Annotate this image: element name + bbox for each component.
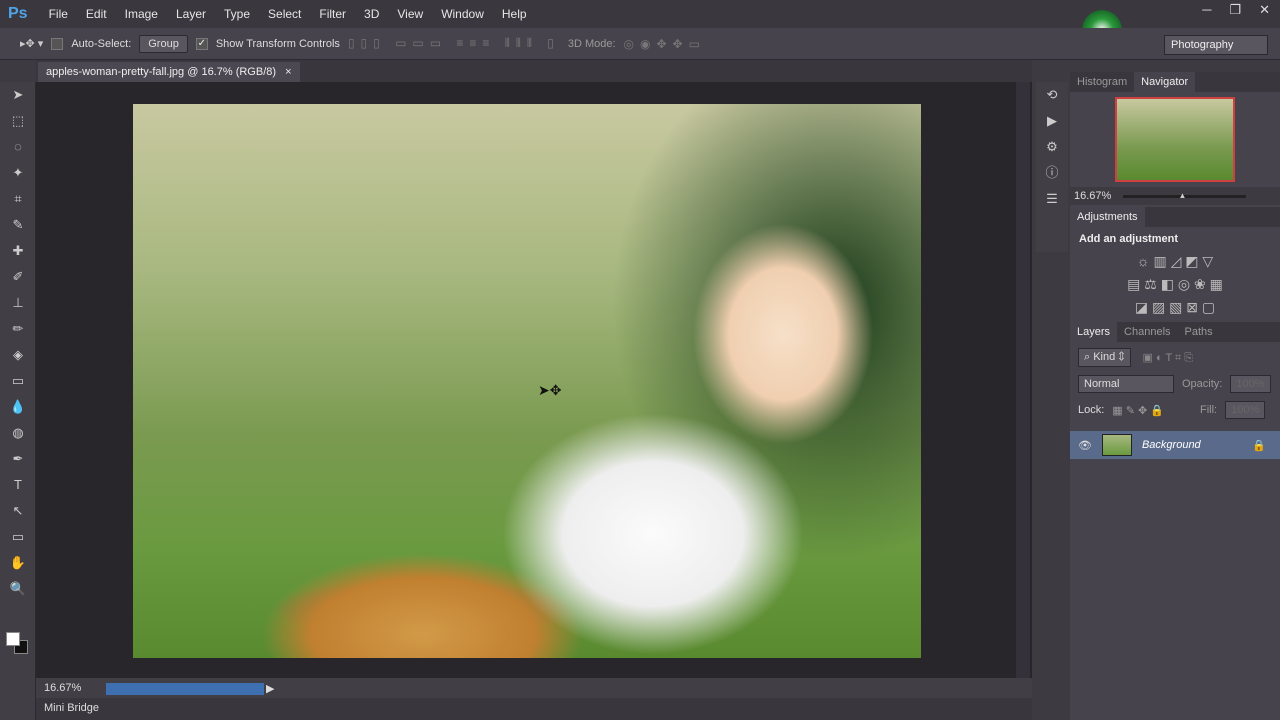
adjustments-title: Add an adjustment	[1079, 233, 1179, 245]
move-tool-icon[interactable]: ▸✥ ▾	[20, 37, 43, 50]
zoom-slider[interactable]: ▲	[1123, 191, 1246, 200]
mini-bridge-panel[interactable]: Mini Bridge	[36, 698, 1032, 720]
lasso-tool[interactable]: ◌	[0, 134, 36, 160]
tab-channels[interactable]: Channels	[1117, 322, 1177, 342]
info-icon[interactable]: ⓘ	[1036, 160, 1068, 186]
menu-3d[interactable]: 3D	[355, 7, 388, 21]
move-tool[interactable]: ➤	[0, 82, 36, 108]
path-selection-tool[interactable]: ↖	[0, 498, 36, 524]
filter-icons[interactable]: ▣ ◐ T ⌗ ⎘	[1143, 351, 1194, 365]
right-panels: Histogram Navigator 16.67% ▲ Adjustments…	[1070, 72, 1280, 720]
tools-panel: ➤ ⬚ ◌ ✦ ⌗ ✎ ✚ ✐ ⊥ ✏ ◈ ▭ 💧 ◍ ✒ T ↖ ▭ ✋ 🔍	[0, 82, 36, 720]
document-title: apples-woman-pretty-fall.jpg @ 16.7% (RG…	[46, 66, 277, 78]
show-transform-label: Show Transform Controls	[215, 37, 340, 50]
kind-label: Kind	[1093, 351, 1116, 363]
options-bar: ▸✥ ▾ Auto-Select: Group ✓ Show Transform…	[0, 28, 1280, 60]
menu-layer[interactable]: Layer	[167, 7, 215, 21]
close-tab-icon[interactable]: ×	[285, 66, 291, 78]
photoshop-logo: Ps	[8, 5, 28, 22]
close-button[interactable]: ✕	[1259, 2, 1270, 18]
opacity-input[interactable]: 100%	[1230, 375, 1271, 393]
blur-tool[interactable]: 💧	[0, 394, 36, 420]
mini-bridge-label: Mini Bridge	[44, 702, 100, 714]
workspace-select[interactable]: Photography	[1164, 35, 1268, 55]
opacity-label: Opacity:	[1182, 378, 1223, 390]
fill-input[interactable]: 100%	[1225, 401, 1266, 419]
kind-filter-select[interactable]: ⌕ Kind ⇕	[1078, 348, 1131, 367]
group-select[interactable]: Group	[139, 34, 188, 53]
menu-file[interactable]: File	[40, 7, 77, 21]
menu-filter[interactable]: Filter	[310, 7, 355, 21]
layer-thumbnail	[1101, 434, 1132, 456]
tab-paths[interactable]: Paths	[1178, 322, 1220, 342]
lock-icons[interactable]: ▦ ✎ ✥ 🔒	[1112, 404, 1164, 417]
history-brush-tool[interactable]: ✏	[0, 316, 36, 342]
shape-tool[interactable]: ▭	[0, 524, 36, 550]
layer-row-background[interactable]: 👁 Background 🔒	[1070, 431, 1280, 459]
pen-tool[interactable]: ✒	[0, 446, 36, 472]
menu-edit[interactable]: Edit	[77, 7, 116, 21]
tab-layers[interactable]: Layers	[1070, 322, 1118, 342]
clone-stamp-tool[interactable]: ⊥	[0, 290, 36, 316]
menu-help[interactable]: Help	[493, 7, 536, 21]
zoom-tool[interactable]: 🔍	[0, 576, 36, 602]
menu-window[interactable]: Window	[432, 7, 493, 21]
layer-name[interactable]: Background	[1142, 439, 1242, 451]
window-controls: ─ ❐ ✕	[1202, 2, 1270, 18]
move-cursor-icon: ➤✥	[538, 382, 562, 398]
dodge-tool[interactable]: ◍	[0, 420, 36, 446]
status-arrow-icon[interactable]: ▶	[266, 682, 274, 695]
fill-label: Fill:	[1200, 404, 1218, 416]
history-icon[interactable]: ⟲	[1036, 82, 1068, 108]
visibility-eye-icon[interactable]: 👁	[1078, 439, 1092, 452]
minimize-button[interactable]: ─	[1202, 2, 1211, 18]
3d-mode-label: 3D Mode:	[567, 37, 616, 50]
tab-adjustments[interactable]: Adjustments	[1070, 207, 1145, 227]
menu-type[interactable]: Type	[215, 7, 259, 21]
hand-tool[interactable]: ✋	[0, 550, 36, 576]
progress-bar	[106, 683, 264, 695]
auto-select-label: Auto-Select:	[71, 37, 132, 50]
type-tool[interactable]: T	[0, 472, 36, 498]
panel-icon-strip: ⟲ ▶ ⚙ ⓘ ☰	[1036, 82, 1068, 252]
3d-mode-icons[interactable]: ◎◉✥✥▭	[624, 37, 706, 51]
navigator-zoom[interactable]: 16.67%	[1074, 190, 1111, 202]
zoom-level[interactable]: 16.67%	[44, 682, 81, 694]
properties-icon[interactable]: ☰	[1036, 186, 1068, 212]
magic-wand-tool[interactable]: ✦	[0, 160, 36, 186]
restore-button[interactable]: ❐	[1229, 2, 1241, 18]
menu-select[interactable]: Select	[259, 7, 310, 21]
blend-mode-select[interactable]: Normal	[1078, 375, 1174, 393]
menu-view[interactable]: View	[388, 7, 432, 21]
eyedropper-tool[interactable]: ✎	[0, 212, 36, 238]
align-icons[interactable]: ▯▯▯ ▭▭▭ ≡≡≡ ⫴⫴⫴ ▯	[348, 36, 560, 51]
canvas-scrollbar[interactable]	[1016, 82, 1030, 678]
gradient-tool[interactable]: ▭	[0, 368, 36, 394]
show-transform-checkbox[interactable]: ✓	[195, 37, 208, 50]
marquee-tool[interactable]: ⬚	[0, 108, 36, 134]
healing-tool[interactable]: ✚	[0, 238, 36, 264]
foreground-color-swatch[interactable]	[6, 632, 20, 646]
navigator-preview[interactable]	[1115, 97, 1235, 182]
menu-image[interactable]: Image	[116, 7, 167, 21]
crop-tool[interactable]: ⌗	[0, 186, 36, 212]
adjustment-icons-row1[interactable]: ☼ ▥ ◿ ◩ ▽	[1070, 253, 1280, 270]
actions-play-icon[interactable]: ▶	[1036, 108, 1068, 134]
tab-navigator[interactable]: Navigator	[1134, 72, 1196, 92]
brush-tool[interactable]: ✐	[0, 264, 36, 290]
lock-label: Lock:	[1078, 404, 1105, 416]
adjustment-icons-row2[interactable]: ▤ ⚖ ◧ ◎ ❀ ▦	[1070, 276, 1280, 293]
adjustment-icons-row3[interactable]: ◪ ▨ ▧ ⊠ ▢	[1070, 299, 1280, 316]
tool-presets-icon[interactable]: ⚙	[1036, 134, 1068, 160]
layer-lock-icon: 🔒	[1252, 439, 1266, 452]
auto-select-checkbox[interactable]	[51, 37, 64, 50]
document-image[interactable]	[133, 104, 921, 658]
eraser-tool[interactable]: ◈	[0, 342, 36, 368]
tab-histogram[interactable]: Histogram	[1070, 72, 1134, 92]
document-tab[interactable]: apples-woman-pretty-fall.jpg @ 16.7% (RG…	[38, 62, 300, 82]
